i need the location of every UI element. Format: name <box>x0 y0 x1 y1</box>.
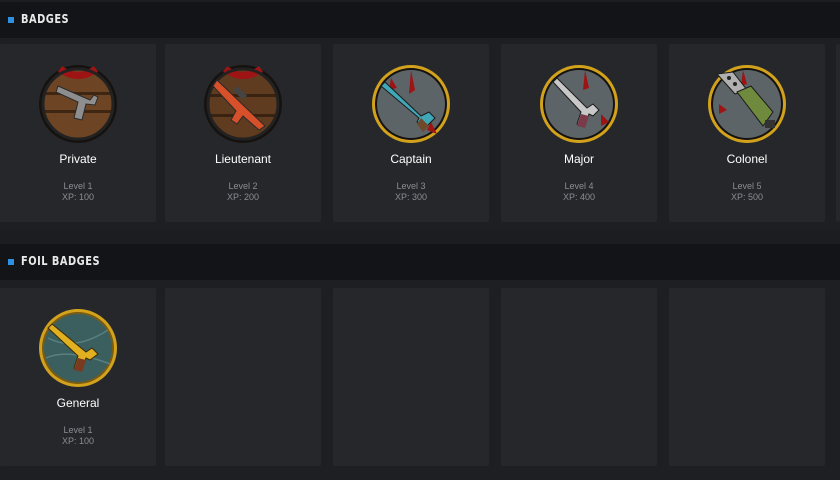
badge-xp: XP: 300 <box>394 192 428 202</box>
badge-card-general[interactable]: General Level 1 XP: 100 <box>0 288 156 466</box>
revolver-medal-icon <box>540 65 618 143</box>
badge-card-lieutenant[interactable]: Lieutenant Level 2 XP: 200 <box>165 44 321 222</box>
empty-badge-slot <box>501 288 657 466</box>
badges-row: Private Level 1 XP: 100 Lieutenant Level… <box>0 38 840 230</box>
badge-card-colonel[interactable]: Colonel Level 5 XP: 500 <box>669 44 825 222</box>
badge-name: Lieutenant <box>214 152 272 166</box>
badge-xp: XP: 200 <box>226 192 260 202</box>
badge-level: Level 3 <box>396 181 426 191</box>
badge-xp: XP: 500 <box>730 192 764 202</box>
empty-badge-slot <box>333 288 489 466</box>
launcher-medal-icon <box>708 65 786 143</box>
badge-card-captain[interactable]: Captain Level 3 XP: 300 <box>333 44 489 222</box>
badge-card-private[interactable]: Private Level 1 XP: 100 <box>0 44 156 222</box>
badge-name: Major <box>563 152 594 166</box>
empty-badge-slot <box>165 288 321 466</box>
pistol-medal-icon <box>39 65 117 143</box>
badge-level: Level 1 <box>63 181 93 191</box>
badge-level: Level 4 <box>564 181 594 191</box>
foil-section-title: FOIL BADGES <box>21 254 101 268</box>
badge-name: Private <box>59 152 97 166</box>
section-marker <box>8 259 14 265</box>
badge-xp: XP: 400 <box>562 192 596 202</box>
badge-card-overflow <box>836 44 840 222</box>
badge-level: Level 1 <box>63 425 93 435</box>
foil-badges-row: General Level 1 XP: 100 <box>0 280 840 480</box>
badge-xp: XP: 100 <box>61 192 95 202</box>
empty-badge-slot <box>669 288 825 466</box>
rifle-medal-icon <box>204 65 282 143</box>
badge-name: Captain <box>390 152 432 166</box>
badge-card-major[interactable]: Major Level 4 XP: 400 <box>501 44 657 222</box>
badge-name: Colonel <box>726 152 768 166</box>
badge-level: Level 5 <box>732 181 762 191</box>
badges-section-header: BADGES <box>0 2 840 38</box>
badge-name: General <box>56 396 100 410</box>
badges-page: BADGES Private Level 1 XP: 100 Lieutenan… <box>0 0 840 480</box>
foil-section-header: FOIL BADGES <box>0 244 840 280</box>
badges-section-title: BADGES <box>21 12 70 26</box>
badge-level: Level 2 <box>228 181 258 191</box>
badge-xp: XP: 100 <box>61 436 95 446</box>
golden-revolver-medal-icon <box>39 309 117 387</box>
shotgun-medal-icon <box>372 65 450 143</box>
section-marker <box>8 17 14 23</box>
